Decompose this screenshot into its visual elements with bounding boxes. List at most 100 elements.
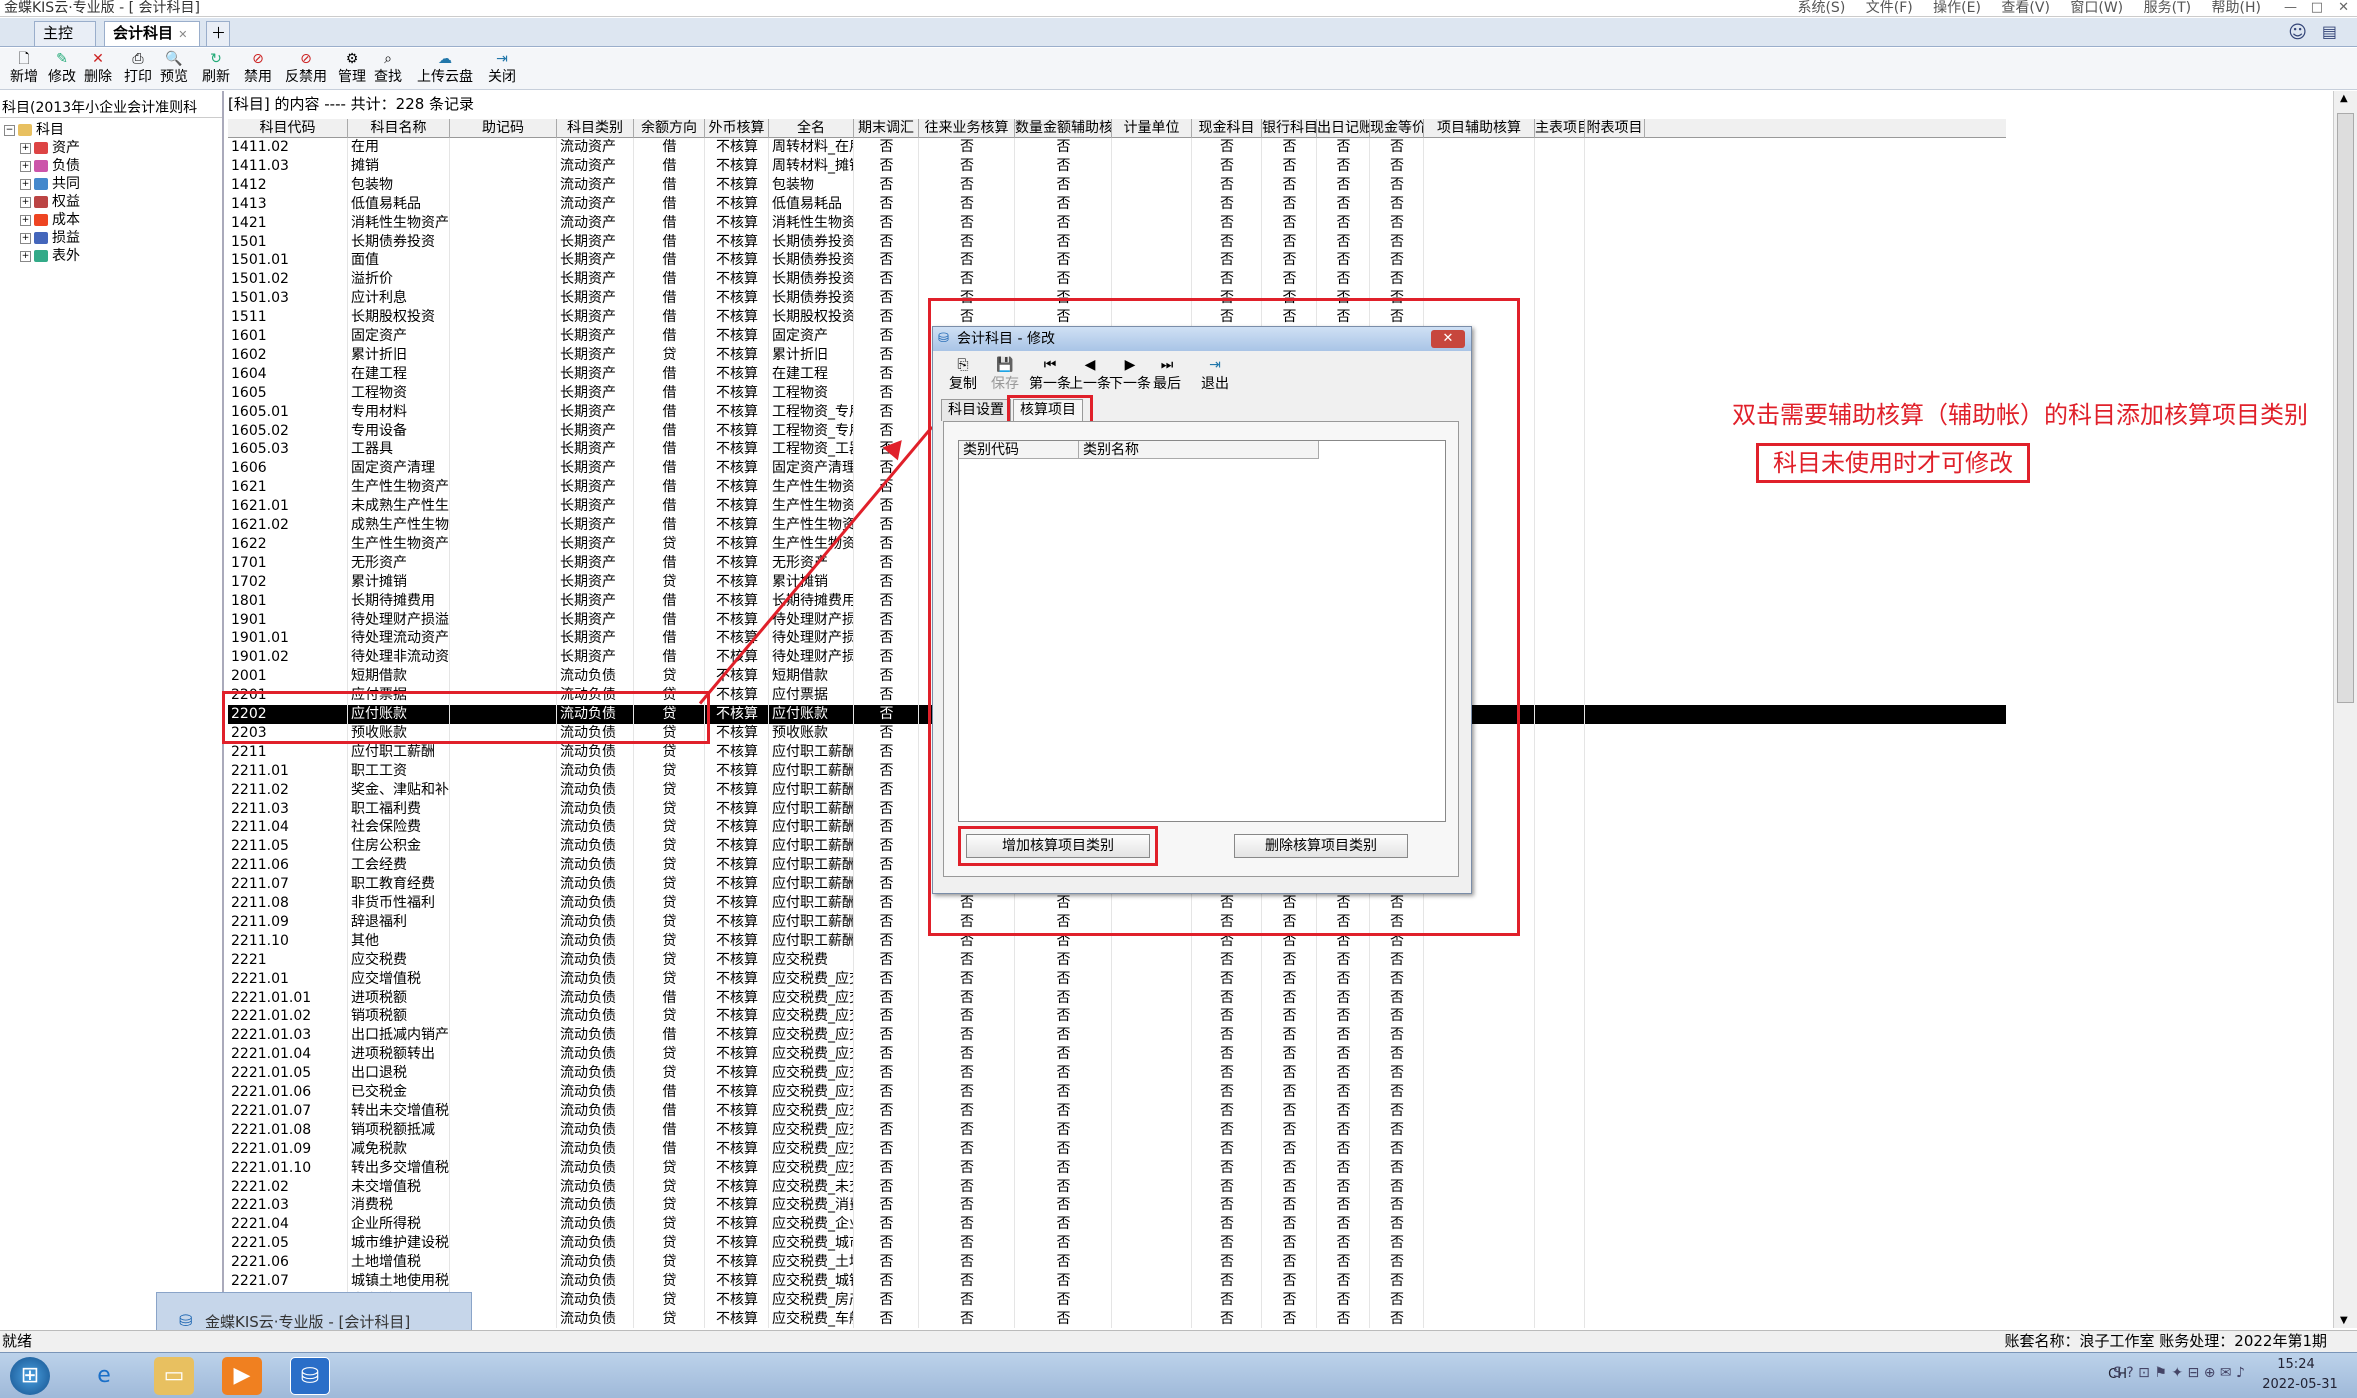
close-button[interactable]: ⇥ 关闭	[484, 50, 520, 88]
tree-item-common[interactable]: + 共同	[20, 175, 80, 193]
column-header[interactable]: 余额方向	[634, 119, 705, 138]
maximize-icon[interactable]: □	[2311, 0, 2323, 15]
table-row[interactable]: 2221.01.05 出口退税 流动负债 贷 不核算应交税费_应交增值税_退税 否 否 否 否 否…	[228, 1064, 2006, 1083]
table-row[interactable]: 1501 长期债券投资 长期资产借不核算 长期债券投资否否否否否否否	[228, 233, 2006, 252]
ie-icon[interactable]: e	[84, 1357, 124, 1395]
tray-icons[interactable]: S ? ⊡ ⚑ ✦ ⊟ ⊕ ✉ ♪	[2113, 1365, 2245, 1381]
media-player-icon[interactable]: ▶	[222, 1357, 262, 1395]
smiley-icon[interactable]: ☺	[2288, 22, 2307, 43]
scroll-up-icon[interactable]: ▲	[2340, 93, 2348, 104]
delete-button[interactable]: ✕ 删除	[80, 50, 116, 88]
column-header[interactable]: 助记码	[450, 119, 557, 138]
expand-icon[interactable]: +	[20, 214, 31, 226]
col-category-name[interactable]: 类别名称	[1079, 441, 1319, 459]
tree-item-liabilities[interactable]: + 负债	[20, 157, 80, 175]
copy-button[interactable]: ⎘ 复制	[949, 357, 977, 393]
table-row[interactable]: 2221.01.06 已交税金 流动负债 借 不核算应交税费_应交增值税_已交 否 否 否 否 否…	[228, 1083, 2006, 1102]
new-button[interactable]: 🗋 新增	[6, 50, 42, 88]
table-row[interactable]: 2221.01.02 销项税额 流动负债 贷 不核算应交税费_应交增值税_销项 否 否 否 否 否…	[228, 1007, 2006, 1026]
table-row[interactable]: 2221.07 城镇土地使用税 流动负债 贷 不核算应交税费_城镇土地使用税 否 否 否 否 否 否…	[228, 1272, 2006, 1291]
column-header[interactable]: 项目辅助核算	[1424, 119, 1535, 138]
tab-console[interactable]: 主控台	[34, 21, 96, 65]
table-row[interactable]: 2221.04 企业所得税 流动负债 贷 不核算应交税费_企业所得税 否 否 否 否 否 否 否	[228, 1215, 2006, 1234]
column-header[interactable]: 全名	[769, 119, 854, 138]
preview-button[interactable]: 🔍 预览	[156, 50, 192, 88]
col-category-code[interactable]: 类别代码	[959, 441, 1079, 459]
table-row[interactable]: 2221.01.09 减免税款 流动负债 借 不核算应交税费_应交增值税_减免 否 否 否 否 否…	[228, 1140, 2006, 1159]
table-row[interactable]: 1501.01 面值 长期资产 借 不核算长期债券投资_面值 否 否 否 否 否 否 否	[228, 251, 2006, 270]
table-row[interactable]: 1411.02 在用 流动资产 借 不核算 周转材料_在用 否 否 否 否 否 否 否	[228, 138, 2006, 157]
upload-cloud-button[interactable]: ☁ 上传云盘	[414, 50, 476, 88]
tree-item-equity[interactable]: + 权益	[20, 193, 80, 211]
scroll-down-icon[interactable]: ▼	[2340, 1315, 2348, 1326]
disable-button[interactable]: ⊘ 禁用	[240, 50, 276, 88]
save-button[interactable]: 💾 保存	[991, 357, 1019, 393]
expand-icon[interactable]: +	[20, 178, 31, 190]
column-header[interactable]: 科目名称	[348, 119, 450, 138]
edit-button[interactable]: ✎ 修改	[44, 50, 80, 88]
tree-item-cost[interactable]: + 成本	[20, 211, 80, 229]
table-row[interactable]: 2221.03 消费税 流动负债 贷 不核算应交税费_消费税 否 否 否 否 否 否 否	[228, 1196, 2006, 1215]
message-icon[interactable]: ▤	[2322, 22, 2337, 41]
collapse-icon[interactable]: −	[4, 124, 15, 136]
clock-time[interactable]: 15:24	[2261, 1357, 2331, 1372]
first-record-button[interactable]: ⏮ 第一条	[1029, 357, 1071, 393]
tab-account-settings[interactable]: 科目设置	[941, 399, 1011, 421]
table-row[interactable]: 2221.05 城市维护建设税 流动负债 贷 不核算应交税费_城市维护建设税 否 否 否 否 否 否…	[228, 1234, 2006, 1253]
menu-operate[interactable]: 操作(E)	[1933, 0, 1981, 16]
column-header[interactable]: 主表项目	[1535, 119, 1585, 138]
table-row[interactable]: 2221 应交税费 流动负债贷不核算 应交税费否否否否否否否	[228, 951, 2006, 970]
menu-help[interactable]: 帮助(H)	[2212, 0, 2261, 16]
table-row[interactable]: 2221.01.04 进项税额转出 流动负债 贷 不核算应交税费_应交增值税_转出 否 否 否…	[228, 1045, 2006, 1064]
new-tab-icon[interactable]: ＋	[206, 21, 230, 46]
table-row[interactable]: 1501.02 溢折价 长期资产 借 不核算长期债券投资_溢折价 否 否 否 否 否 否 否	[228, 270, 2006, 289]
enable-button[interactable]: ⊘ 反禁用	[284, 50, 328, 88]
table-row[interactable]: 2221.08房产税流动负债贷不核算应交税费_房产税否否否否否否否	[228, 1291, 2006, 1310]
expand-icon[interactable]: +	[20, 250, 31, 262]
table-row[interactable]: 1421消耗性生物资产流动资产借不核算消耗性生物资产否否否否否否否	[228, 214, 2006, 233]
table-row[interactable]: 2221.01.01 进项税额 流动负债 借 不核算应交税费_应交增值税_进项 否 否 否 否 否…	[228, 989, 2006, 1008]
expand-icon[interactable]: +	[20, 232, 31, 244]
tree-item-off-balance[interactable]: + 表外	[20, 247, 80, 265]
print-button[interactable]: ⎙ 打印	[120, 50, 156, 88]
menu-service[interactable]: 服务(T)	[2144, 0, 2191, 16]
expand-icon[interactable]: +	[20, 142, 31, 154]
column-header[interactable]: 附表项目	[1585, 119, 1645, 138]
last-record-button[interactable]: ⏭ 最后	[1153, 357, 1181, 393]
table-row[interactable]: 2221.01.03 出口抵减内销产品应纳税额 流动负债 借 不核算应交税费_应交增值税…	[228, 1026, 2006, 1045]
table-row[interactable]: 2221.01.10 转出多交增值税 流动负债 贷 不核算应交税费_应交增值税_多交 否 否…	[228, 1159, 2006, 1178]
column-header[interactable]: 科目代码	[228, 119, 348, 138]
menu-file[interactable]: 文件(F)	[1866, 0, 1913, 16]
column-header[interactable]: 数量金额辅助核算	[1015, 119, 1112, 138]
column-header[interactable]: 出日记账	[1317, 119, 1370, 138]
explorer-icon[interactable]: ▭	[154, 1357, 194, 1395]
table-row[interactable]: 2221.01.08 销项税额抵减 流动负债 借 不核算应交税费_应交增值税_抵减 否 否 否…	[228, 1121, 2006, 1140]
column-header[interactable]: 现金科目	[1192, 119, 1262, 138]
table-row[interactable]: 2221.06 土地增值税 流动负债 贷 不核算应交税费_土地增值税 否 否 否 否 否 否 否	[228, 1253, 2006, 1272]
column-header[interactable]: 现金等价物	[1370, 119, 1424, 138]
column-header[interactable]: 期末调汇	[854, 119, 919, 138]
expand-icon[interactable]: +	[20, 160, 31, 172]
menu-view[interactable]: 查看(V)	[2001, 0, 2050, 16]
refresh-button[interactable]: ↻ 刷新	[198, 50, 234, 88]
table-row[interactable]: 1413 低值易耗品 流动资产借不核算 低值易耗品否否否否否否否	[228, 195, 2006, 214]
next-record-button[interactable]: ▶ 下一条	[1109, 357, 1151, 393]
dialog-close-button[interactable]: ✕	[1431, 330, 1465, 348]
tree-item-assets[interactable]: + 资产	[20, 139, 80, 157]
table-row[interactable]: 1411.03 摊销 流动资产 借 不核算 周转材料_摊销 否 否 否 否 否 否 否	[228, 157, 2006, 176]
table-row[interactable]: 2221.02 未交增值税 流动负债 贷 不核算应交税费_未交增值税 否 否 否 否 否 否 否	[228, 1178, 2006, 1197]
menu-system[interactable]: 系统(S)	[1797, 0, 1845, 16]
column-header[interactable]: 银行科目	[1262, 119, 1317, 138]
tree-item-profit-loss[interactable]: + 损益	[20, 229, 80, 247]
clock-date[interactable]: 2022-05-31	[2255, 1377, 2345, 1392]
kis-taskbar-icon[interactable]: ⛁	[290, 1357, 330, 1395]
prev-record-button[interactable]: ◀ 上一条	[1069, 357, 1111, 393]
tree-root[interactable]: − 科目	[4, 121, 64, 139]
delete-category-button[interactable]: 删除核算项目类别	[1234, 834, 1408, 858]
category-list[interactable]: 类别代码 类别名称	[958, 440, 1446, 822]
table-row[interactable]: 2221.09车船税流动负债贷不核算应交税费_车船税否否否否否否否	[228, 1310, 2006, 1328]
find-button[interactable]: ⌕ 查找	[370, 50, 406, 88]
column-header[interactable]: 往来业务核算	[919, 119, 1015, 138]
tab-accounts[interactable]: 会计科目 ✕	[104, 21, 200, 46]
column-header[interactable]: 科目类别	[557, 119, 634, 138]
